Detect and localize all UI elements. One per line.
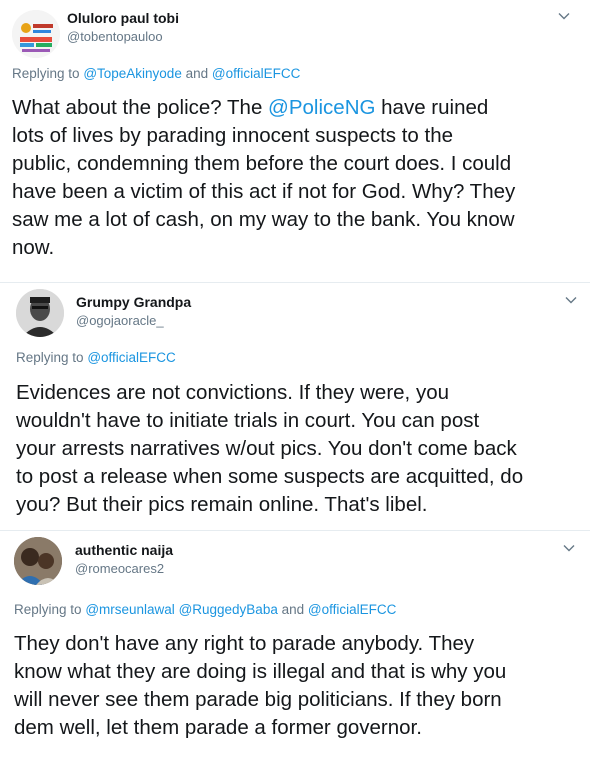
tweet-text-line: What about the police? The @PoliceNG hav… [12,94,578,122]
avatar[interactable] [12,10,60,58]
tweet-text-line: have been a victim of this act if not fo… [12,180,516,203]
replying-to: Replying to @TopeAkinyode and @officialE… [12,66,300,81]
mention-link[interactable]: @officialEFCC [87,350,175,365]
tweet-text-line: They don't have any right to parade anyb… [14,632,475,655]
display-name[interactable]: Oluloro paul tobi [67,10,179,26]
replying-prefix: Replying to [12,66,80,81]
replying-prefix: Replying to [14,602,82,617]
tweet-text: Evidences are not convictions. If they w… [16,379,582,519]
user-handle[interactable]: @romeocares2 [75,561,164,576]
tweet-text-line: wouldn't have to initiate trials in cour… [16,409,480,432]
tweet-text-line: public, condemning them before the court… [12,152,512,175]
mention-link[interactable]: @PoliceNG [268,96,375,119]
avatar-image [16,289,64,337]
tweet-text: What about the police? The @PoliceNG hav… [12,94,578,262]
tweet-card[interactable]: Grumpy Grandpa @ogojaoracle_ Replying to… [0,283,590,530]
avatar[interactable] [16,289,64,337]
mention-link[interactable]: @officialEFCC [308,602,396,617]
replying-to: Replying to @officialEFCC [16,350,176,365]
avatar-image [14,537,62,585]
display-name[interactable]: authentic naija [75,542,173,558]
mention-link[interactable]: @officialEFCC [212,66,300,81]
mention-link[interactable]: @RuggedyBaba [179,602,278,617]
tweet-text: They don't have any right to parade anyb… [14,630,580,742]
replying-join: and [281,602,305,617]
avatar[interactable] [14,537,62,585]
chevron-down-icon[interactable] [563,292,579,308]
user-handle[interactable]: @tobentopauloo [67,29,163,44]
mention-link[interactable]: @TopeAkinyode [83,66,182,81]
tweet-text-line: you? But their pics remain online. That'… [16,493,428,516]
tweet-text-line: now. [12,236,55,259]
tweet-card[interactable]: Oluloro paul tobi @tobentopauloo Replyin… [0,0,590,282]
tweet-card[interactable]: authentic naija @romeocares2 Replying to… [0,531,590,759]
replying-to: Replying to @mrseunlawal @RuggedyBaba an… [14,602,396,617]
user-handle[interactable]: @ogojaoracle_ [76,313,164,328]
chevron-down-icon[interactable] [556,8,572,24]
chevron-down-icon[interactable] [561,540,577,556]
replying-prefix: Replying to [16,350,84,365]
tweet-text-line: lots of lives by parading innocent suspe… [12,124,454,147]
avatar-image [12,10,60,58]
tweet-text-line: will never see them parade big politicia… [14,688,502,711]
tweet-text-line: to post a release when some suspects are… [16,465,524,488]
tweet-text-line: saw me a lot of cash, on my way to the b… [12,208,515,231]
mention-link[interactable]: @mrseunlawal [85,602,174,617]
replying-join: and [185,66,209,81]
text-segment: have ruined [375,96,489,119]
display-name[interactable]: Grumpy Grandpa [76,294,191,310]
tweet-text-line: your arrests narratives w/out pics. You … [16,437,517,460]
tweet-text-line: dem well, let them parade a former gover… [14,716,422,739]
text-segment: What about the police? The [12,96,269,119]
tweet-text-line: Evidences are not convictions. If they w… [16,381,450,404]
tweet-text-line: know what they are doing is illegal and … [14,660,507,683]
